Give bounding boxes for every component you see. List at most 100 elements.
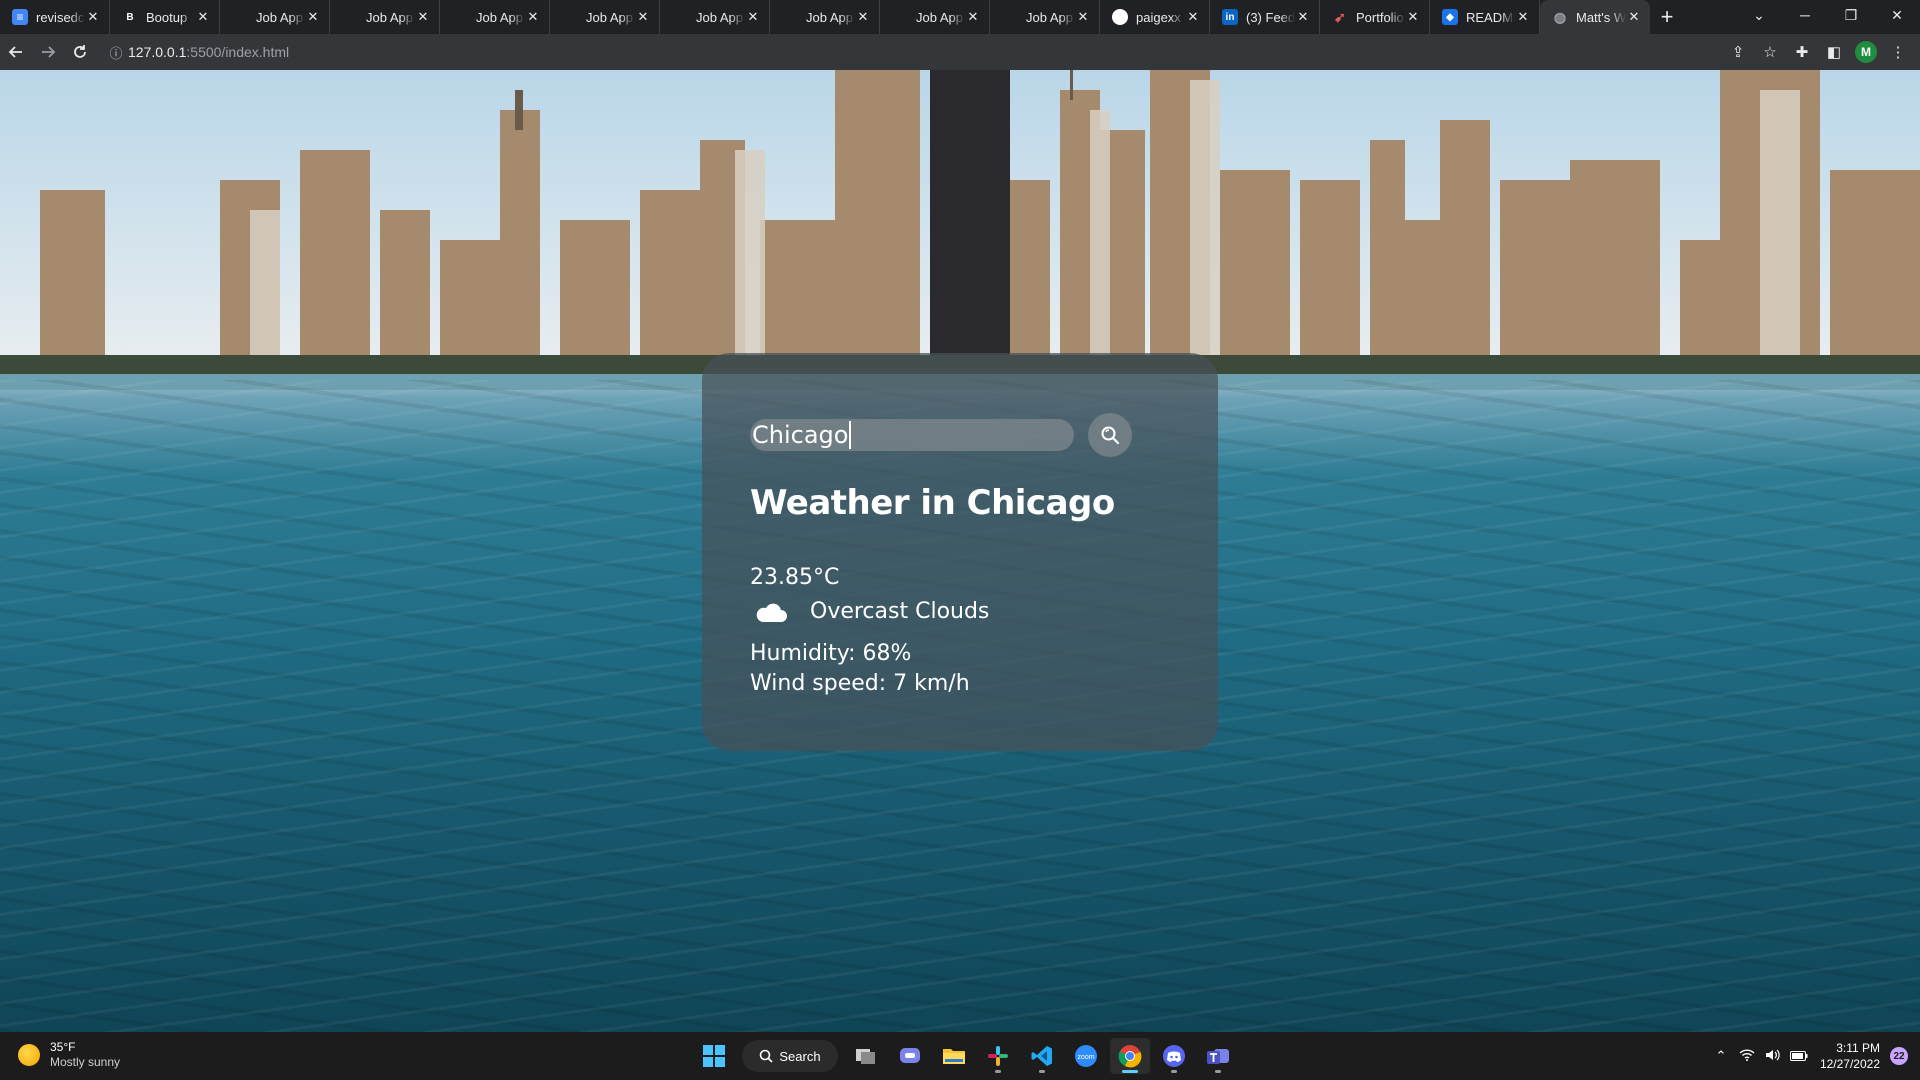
wifi-icon[interactable] bbox=[1736, 1048, 1758, 1064]
linkedin-icon: in bbox=[1222, 9, 1238, 25]
browser-tab[interactable]: Job App ✕ bbox=[330, 0, 440, 34]
blank-page-icon bbox=[562, 9, 578, 25]
browser-tab[interactable]: Job App ✕ bbox=[880, 0, 990, 34]
back-button[interactable] bbox=[0, 36, 32, 68]
taskbar-search-button[interactable]: Search bbox=[742, 1040, 838, 1072]
browser-tab[interactable]: Job App ✕ bbox=[770, 0, 880, 34]
close-tab-icon[interactable]: ✕ bbox=[415, 9, 431, 25]
browser-tab[interactable]: ➹ Portfolio ✕ bbox=[1320, 0, 1430, 34]
close-tab-icon[interactable]: ✕ bbox=[855, 9, 871, 25]
close-tab-icon[interactable]: ✕ bbox=[195, 9, 211, 25]
taskbar-weather-widget[interactable]: 35°F Mostly sunny bbox=[18, 1040, 120, 1070]
blank-page-icon bbox=[452, 9, 468, 25]
tab-title: Portfolio bbox=[1356, 9, 1404, 25]
bookmark-star-icon[interactable]: ☆ bbox=[1754, 36, 1786, 68]
close-tab-icon[interactable]: ✕ bbox=[525, 9, 541, 25]
browser-tab[interactable]: Job App ✕ bbox=[220, 0, 330, 34]
task-view-icon[interactable] bbox=[846, 1038, 886, 1074]
magnifier-icon bbox=[1101, 426, 1120, 445]
browser-tab[interactable]: Job App ✕ bbox=[660, 0, 770, 34]
weather-description: Overcast Clouds bbox=[810, 599, 990, 624]
close-window-button[interactable]: ✕ bbox=[1874, 0, 1920, 30]
blank-page-icon bbox=[782, 9, 798, 25]
discord-icon[interactable] bbox=[1154, 1038, 1194, 1074]
minimize-button[interactable]: ─ bbox=[1782, 0, 1828, 30]
tab-title: Matt's W bbox=[1576, 9, 1626, 25]
tab-title: Bootup bbox=[146, 9, 188, 25]
tab-strip: ≡ revisedc ✕ B Bootup ✕ Job App ✕ Job App ✕ Job Ap… bbox=[0, 0, 1920, 34]
more-menu-icon[interactable]: ⋮ bbox=[1882, 36, 1914, 68]
close-tab-icon[interactable]: ✕ bbox=[85, 9, 101, 25]
close-tab-icon[interactable]: ✕ bbox=[965, 9, 981, 25]
close-tab-icon[interactable]: ✕ bbox=[1405, 9, 1421, 25]
teams-icon[interactable] bbox=[1198, 1038, 1238, 1074]
blank-page-icon bbox=[232, 9, 248, 25]
site-info-icon[interactable]: ⓘ bbox=[104, 43, 128, 62]
browser-tab[interactable]: Job App ✕ bbox=[990, 0, 1100, 34]
browser-tab[interactable]: Job App ✕ bbox=[550, 0, 660, 34]
taskbar-weather-desc: Mostly sunny bbox=[50, 1055, 121, 1069]
browser-tab[interactable]: B Bootup ✕ bbox=[110, 0, 220, 34]
slack-icon[interactable] bbox=[978, 1038, 1018, 1074]
cloud-icon bbox=[756, 603, 787, 622]
bootcamp-icon: B bbox=[122, 9, 138, 25]
profile-button[interactable]: M bbox=[1850, 36, 1882, 68]
new-tab-button[interactable]: + bbox=[1650, 0, 1684, 34]
close-tab-icon[interactable]: ✕ bbox=[635, 9, 651, 25]
address-bar[interactable]: ⓘ 127.0.0.1:5500/index.html bbox=[104, 38, 1714, 66]
close-tab-icon[interactable]: ✕ bbox=[745, 9, 761, 25]
extensions-icon[interactable]: ✚ bbox=[1786, 36, 1818, 68]
side-panel-icon[interactable]: ◧ bbox=[1818, 36, 1850, 68]
battery-icon[interactable] bbox=[1788, 1049, 1810, 1064]
browser-tab[interactable]: paigexx ✕ bbox=[1100, 0, 1210, 34]
readme-icon: ◆ bbox=[1442, 9, 1458, 25]
volume-icon[interactable] bbox=[1762, 1048, 1784, 1065]
close-tab-icon[interactable]: ✕ bbox=[305, 9, 321, 25]
restore-button[interactable]: ❐ bbox=[1828, 0, 1874, 30]
browser-tab[interactable]: in (3) Feed ✕ bbox=[1210, 0, 1320, 34]
city-search-input[interactable]: Chicago bbox=[750, 419, 1074, 451]
reload-icon bbox=[74, 45, 86, 58]
tab-title: README bbox=[1466, 9, 1515, 25]
teams-chat-icon[interactable] bbox=[890, 1038, 930, 1074]
close-tab-icon[interactable]: ✕ bbox=[1075, 9, 1091, 25]
blank-page-icon bbox=[892, 9, 908, 25]
close-tab-icon[interactable]: ✕ bbox=[1626, 9, 1642, 25]
tab-title: paigexx bbox=[1136, 9, 1181, 25]
chevron-up-icon[interactable]: ⌃ bbox=[1710, 1048, 1732, 1064]
browser-tab[interactable]: ≡ revisedc ✕ bbox=[0, 0, 110, 34]
vscode-icon[interactable] bbox=[1022, 1038, 1062, 1074]
blank-page-icon bbox=[1002, 9, 1018, 25]
browser-tab[interactable]: Job App ✕ bbox=[440, 0, 550, 34]
docs-icon: ≡ bbox=[12, 9, 28, 25]
close-tab-icon[interactable]: ✕ bbox=[1515, 9, 1531, 25]
browser-tab[interactable]: ◍ Matt's W ✕ bbox=[1540, 0, 1650, 34]
notification-badge[interactable]: 22 bbox=[1890, 1047, 1908, 1065]
search-icon bbox=[760, 1049, 773, 1063]
tab-title: revisedc bbox=[36, 9, 85, 25]
wind-speed: Wind speed: 7 km/h bbox=[750, 671, 970, 696]
share-icon[interactable]: ⇪ bbox=[1722, 36, 1754, 68]
zoom-icon[interactable]: zoom bbox=[1066, 1038, 1106, 1074]
taskbar-search-label: Search bbox=[779, 1048, 821, 1064]
avatar: M bbox=[1855, 41, 1877, 63]
tab-title: Job App bbox=[256, 9, 303, 25]
close-tab-icon[interactable]: ✕ bbox=[1295, 9, 1311, 25]
portfolio-icon: ➹ bbox=[1334, 8, 1346, 25]
file-explorer-icon[interactable] bbox=[934, 1038, 974, 1074]
close-tab-icon[interactable]: ✕ bbox=[1185, 9, 1201, 25]
tab-title: Job App bbox=[586, 9, 633, 25]
browser-toolbar: ⓘ 127.0.0.1:5500/index.html ⇪ ☆ ✚ ◧ M ⋮ bbox=[0, 34, 1920, 70]
tab-title: Job App bbox=[1026, 9, 1073, 25]
text-caret bbox=[849, 421, 852, 449]
browser-tab[interactable]: ◆ README✕ bbox=[1430, 0, 1540, 34]
city-title: Weather in Chicago bbox=[750, 483, 1115, 523]
search-button[interactable] bbox=[1088, 413, 1132, 457]
tab-search-icon[interactable]: ⌄ bbox=[1736, 0, 1782, 30]
zoom-icon-label: zoom bbox=[1077, 1054, 1094, 1061]
start-icon[interactable] bbox=[694, 1038, 734, 1074]
chrome-icon[interactable] bbox=[1110, 1038, 1150, 1074]
forward-button[interactable] bbox=[32, 36, 64, 68]
system-clock[interactable]: 3:11 PM 12/27/2022 bbox=[1820, 1040, 1880, 1072]
reload-button[interactable] bbox=[64, 36, 96, 68]
